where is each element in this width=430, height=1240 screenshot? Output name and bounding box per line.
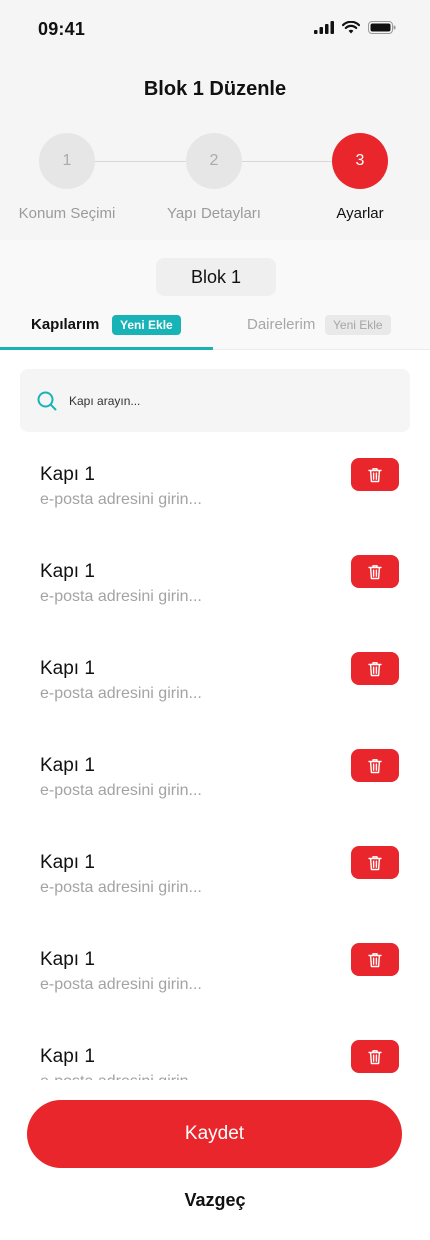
door-name: Kapı 1 — [40, 852, 95, 873]
step-circle: 2 — [186, 133, 242, 189]
add-new-apartment-button[interactable]: Yeni Ekle — [325, 315, 391, 335]
door-name: Kapı 1 — [40, 658, 95, 679]
door-name: Kapı 1 — [40, 755, 95, 776]
door-name: Kapı 1 — [40, 561, 95, 582]
stepper: 1 Konum Seçimi 2 Yapı Detayları 3 Ayarla… — [0, 133, 430, 228]
tab-label: Kapılarım — [31, 316, 100, 333]
door-name: Kapı 1 — [40, 949, 95, 970]
step-label: Yapı Detayları — [167, 205, 261, 222]
block-name-chip[interactable]: Blok 1 — [156, 258, 276, 296]
tab-bar: Kapılarım Yeni Ekle Dairelerim Yeni Ekle — [0, 310, 430, 350]
trash-icon — [368, 758, 382, 773]
delete-button[interactable] — [351, 943, 399, 976]
door-name: Kapı 1 — [40, 464, 95, 485]
battery-icon — [368, 21, 396, 34]
step-2[interactable]: 2 Yapı Detayları — [154, 133, 274, 222]
trash-icon — [368, 564, 382, 579]
email-field[interactable]: e-posta adresini girin... — [40, 976, 202, 994]
tab-label: Dairelerim — [247, 316, 316, 333]
search-input[interactable]: Kapı arayın... — [20, 369, 410, 432]
door-item: Kapı 1 e-posta adresini girin... — [0, 925, 430, 1022]
step-3[interactable]: 3 Ayarlar — [300, 133, 420, 222]
delete-button[interactable] — [351, 652, 399, 685]
trash-icon — [368, 661, 382, 676]
step-label: Konum Seçimi — [18, 205, 116, 222]
trash-icon — [368, 467, 382, 482]
tab-dairelerim[interactable]: Dairelerim Yeni Ekle — [213, 310, 430, 350]
wifi-icon — [342, 21, 360, 34]
trash-icon — [368, 1049, 382, 1064]
email-field[interactable]: e-posta adresini girin... — [40, 588, 202, 606]
step-1[interactable]: 1 Konum Seçimi — [7, 133, 127, 222]
tab-kapilarim[interactable]: Kapılarım Yeni Ekle — [0, 310, 213, 350]
email-field[interactable]: e-posta adresini girin... — [40, 879, 202, 897]
cancel-button[interactable]: Vazgeç — [0, 1190, 430, 1211]
delete-button[interactable] — [351, 555, 399, 588]
door-item: Kapı 1 e-posta adresini girin... — [0, 828, 430, 925]
door-item: Kapı 1 e-posta adresini girin... — [0, 634, 430, 731]
email-field[interactable]: e-posta adresini girin... — [40, 685, 202, 703]
status-icons — [314, 21, 396, 34]
email-field[interactable]: e-posta adresini girin... — [40, 782, 202, 800]
door-item: Kapı 1 e-posta adresini girin... — [0, 731, 430, 828]
delete-button[interactable] — [351, 846, 399, 879]
door-name: Kapı 1 — [40, 1046, 95, 1067]
page-title: Blok 1 Düzenle — [143, 78, 287, 100]
trash-icon — [368, 855, 382, 870]
search-icon — [37, 391, 57, 411]
step-circle-active: 3 — [332, 133, 388, 189]
door-item: Kapı 1 e-posta adresini girin... — [0, 537, 430, 634]
trash-icon — [368, 952, 382, 967]
delete-button[interactable] — [351, 1040, 399, 1073]
step-circle: 1 — [39, 133, 95, 189]
delete-button[interactable] — [351, 749, 399, 782]
save-button[interactable]: Kaydet — [27, 1100, 402, 1168]
signal-icon — [314, 21, 334, 34]
search-placeholder: Kapı arayın... — [69, 394, 141, 408]
step-label: Ayarlar — [336, 205, 384, 222]
status-bar: 09:41 — [0, 0, 430, 60]
status-time: 09:41 — [38, 19, 86, 39]
add-new-door-button[interactable]: Yeni Ekle — [112, 315, 181, 335]
door-item: Kapı 1 e-posta adresini girin... — [0, 440, 430, 537]
email-field[interactable]: e-posta adresini girin... — [40, 491, 202, 509]
delete-button[interactable] — [351, 458, 399, 491]
